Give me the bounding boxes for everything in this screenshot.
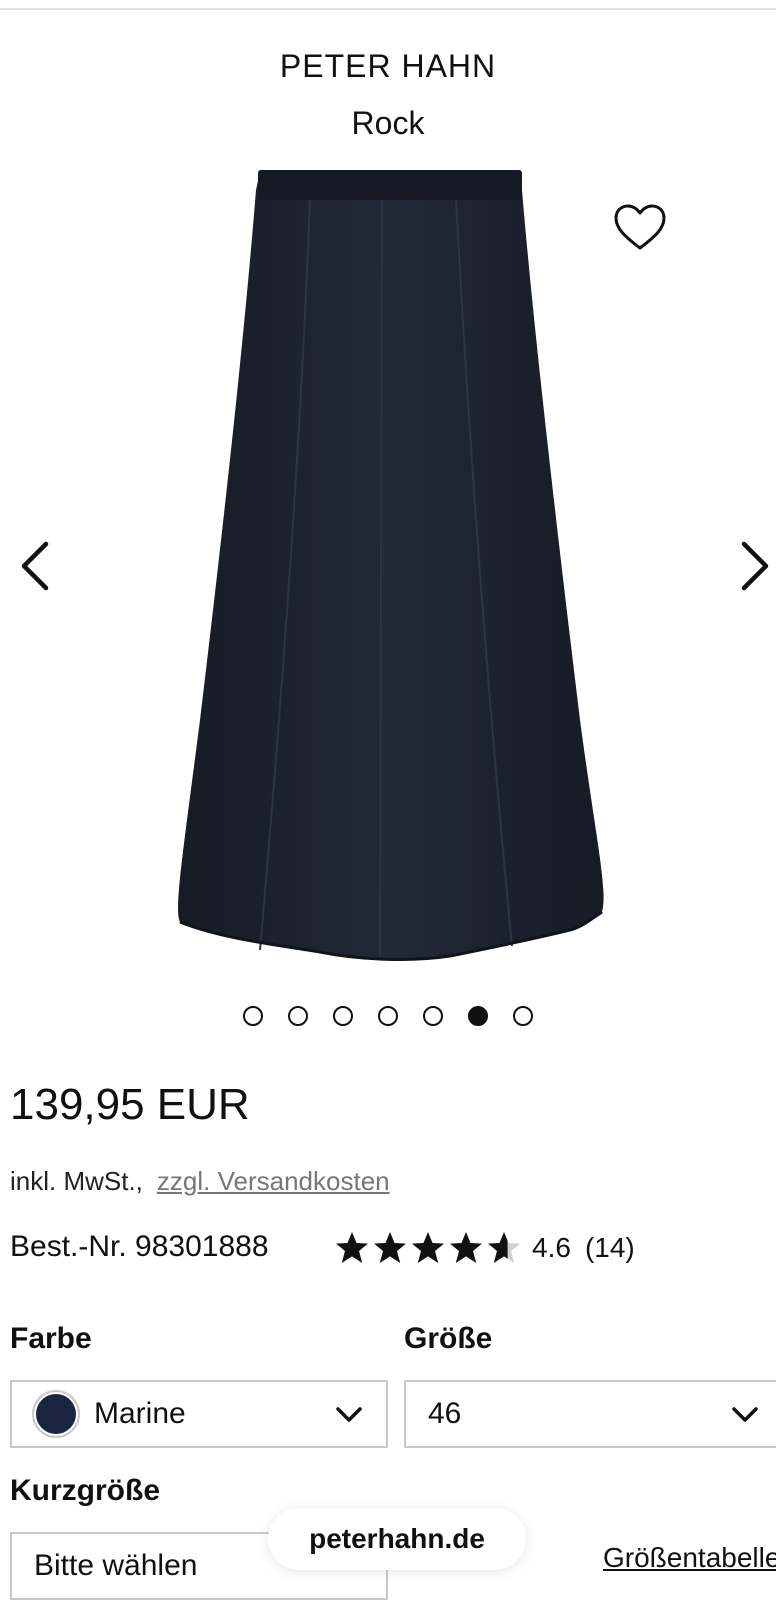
brand-name[interactable]: PETER HAHN <box>0 48 776 85</box>
order-number: Best.-Nr. 98301888 <box>10 1230 269 1263</box>
tax-note: inkl. MwSt., <box>10 1166 143 1196</box>
tax-info: inkl. MwSt., zzgl. Versandkosten <box>10 1166 390 1197</box>
heart-outline-icon[interactable] <box>612 202 668 254</box>
shipping-costs-link[interactable]: zzgl. Versandkosten <box>157 1166 390 1196</box>
size-label: Größe <box>404 1322 493 1355</box>
star-icon <box>488 1232 520 1263</box>
skirt-body <box>178 170 604 960</box>
browser-domain-pill[interactable]: peterhahn.de <box>268 1508 526 1570</box>
chevron-down-icon <box>732 1407 758 1422</box>
rating-value: 4.6 <box>532 1232 571 1263</box>
carousel-dots <box>0 1006 776 1026</box>
color-select-value: Marine <box>94 1397 186 1430</box>
short-size-select-value: Bitte wählen <box>34 1549 198 1582</box>
carousel-dot[interactable] <box>513 1006 533 1026</box>
carousel-dot[interactable] <box>333 1006 353 1026</box>
carousel-dot[interactable] <box>288 1006 308 1026</box>
top-divider <box>0 8 776 10</box>
product-rating[interactable]: 4.6 (14) <box>334 1228 635 1268</box>
chevron-down-icon <box>336 1407 362 1422</box>
skirt-waistband <box>258 170 522 200</box>
color-label: Farbe <box>10 1322 92 1355</box>
rating-stars <box>334 1230 522 1266</box>
product-price: 139,95 EUR <box>10 1080 250 1129</box>
size-select[interactable]: 46 <box>404 1380 776 1448</box>
short-size-label: Kurzgröße <box>10 1474 160 1507</box>
color-select[interactable]: Marine <box>10 1380 388 1448</box>
rating-count[interactable]: (14) <box>585 1232 635 1264</box>
size-chart-link[interactable]: Größentabelle <box>603 1542 776 1574</box>
product-image[interactable] <box>160 160 630 990</box>
browser-domain: peterhahn.de <box>309 1523 485 1554</box>
size-select-value: 46 <box>428 1397 462 1430</box>
carousel-dot[interactable] <box>243 1006 263 1026</box>
carousel-dot[interactable] <box>378 1006 398 1026</box>
carousel-dot[interactable] <box>468 1006 488 1026</box>
product-detail-page: PETER HAHN Rock 139,95 EUR inkl. MwSt., z… <box>0 0 776 1600</box>
carousel-dot[interactable] <box>423 1006 443 1026</box>
star-icon <box>336 1232 368 1263</box>
color-swatch <box>32 1390 80 1438</box>
color-swatch-fill <box>36 1394 76 1434</box>
chevron-right-icon[interactable] <box>732 538 776 594</box>
chevron-left-icon[interactable] <box>14 538 58 594</box>
product-title: Rock <box>351 105 425 141</box>
star-icon <box>374 1232 406 1263</box>
star-icon <box>412 1232 444 1263</box>
star-icon <box>450 1232 482 1263</box>
